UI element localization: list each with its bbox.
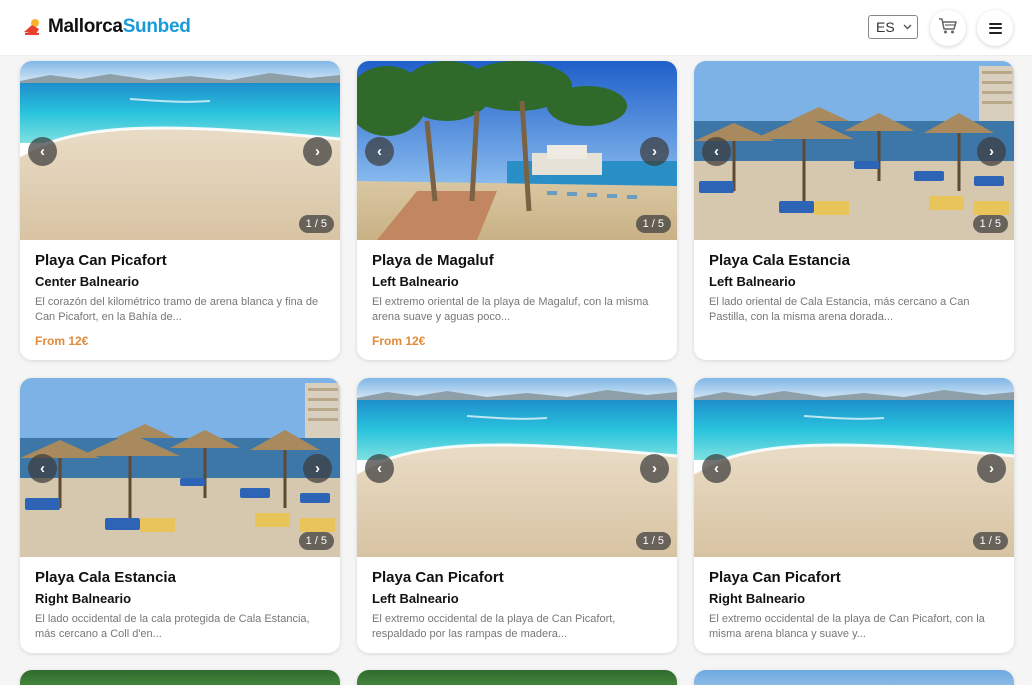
chevron-left-icon: ‹ [377, 143, 382, 160]
card-image-carousel[interactable]: ‹ › 1 / 5 [694, 378, 1014, 557]
logo-text-part1: Mallorca [48, 16, 123, 37]
card-title[interactable]: Playa Cala Estancia [709, 252, 999, 269]
language-value: ES [876, 19, 895, 35]
card-image-carousel[interactable]: ‹ › 1 / 5 [20, 61, 340, 240]
card-image [357, 670, 677, 685]
chevron-right-icon: › [989, 460, 994, 477]
umbrella-beach-photo [20, 378, 340, 557]
carousel-prev-button[interactable]: ‹ [365, 137, 394, 166]
menu-icon [988, 22, 1002, 34]
partial-card[interactable] [357, 670, 677, 685]
card-body: Playa Cala Estancia Right Balneario El l… [20, 557, 340, 653]
carousel-prev-button[interactable]: ‹ [28, 454, 57, 483]
sunbed-logo-icon [22, 17, 42, 37]
card-subtitle: Right Balneario [35, 591, 132, 606]
card-title[interactable]: Playa Can Picafort [35, 252, 325, 269]
cart-icon [938, 17, 958, 40]
card-description: El lado occidental de la cala protegida … [35, 613, 310, 640]
logo-text: MallorcaSunbed [48, 16, 191, 38]
sunbed-card[interactable]: ‹ › 1 / 5 Playa Can Picafort Right Balne… [694, 378, 1014, 653]
card-description: El extremo occidental de la playa de Can… [709, 613, 985, 640]
chevron-right-icon: › [652, 460, 657, 477]
image-counter: 1 / 5 [972, 215, 1008, 233]
carousel-prev-button[interactable]: ‹ [702, 137, 731, 166]
card-body: Playa de Magaluf Left Balneario El extre… [357, 240, 677, 360]
beach-photo [357, 378, 677, 557]
beach-photo [694, 378, 1014, 557]
carousel-next-button[interactable]: › [303, 454, 332, 483]
carousel-prev-button[interactable]: ‹ [28, 137, 57, 166]
card-price: From 12€ [372, 334, 426, 348]
carousel-next-button[interactable]: › [303, 137, 332, 166]
menu-button[interactable] [977, 10, 1013, 46]
sunbed-card[interactable]: ‹ › 1 / 5 Playa Can Picafort Center Baln… [20, 61, 340, 360]
card-body: Playa Can Picafort Center Balneario El c… [20, 240, 340, 360]
image-counter: 1 / 5 [635, 532, 671, 550]
card-price: From 12€ [35, 334, 89, 348]
logo-text-part2: Sunbed [122, 16, 191, 37]
umbrella-beach-photo [694, 61, 1014, 240]
card-title[interactable]: Playa Can Picafort [372, 569, 662, 586]
image-counter: 1 / 5 [298, 215, 334, 233]
chevron-left-icon: ‹ [40, 460, 45, 477]
card-image-carousel[interactable]: ‹ › 1 / 5 [694, 61, 1014, 240]
card-body: Playa Cala Estancia Left Balneario El la… [694, 240, 1014, 337]
card-subtitle: Left Balneario [709, 274, 796, 289]
card-image [694, 670, 1014, 685]
card-title[interactable]: Playa de Magaluf [372, 252, 662, 269]
carousel-next-button[interactable]: › [640, 454, 669, 483]
card-description: El extremo oriental de la playa de Magal… [372, 296, 649, 323]
card-subtitle: Left Balneario [372, 591, 459, 606]
beach-photo [20, 61, 340, 240]
card-image [20, 670, 340, 685]
chevron-left-icon: ‹ [714, 460, 719, 477]
sunbed-card[interactable]: ‹ › 1 / 5 Playa de Magaluf Left Balneari… [357, 61, 677, 360]
chevron-right-icon: › [989, 143, 994, 160]
card-description: El extremo occidental de la playa de Can… [372, 613, 616, 640]
sunbed-card[interactable]: ‹ › 1 / 5 Playa Cala Estancia Left Balne… [694, 61, 1014, 360]
chevron-left-icon: ‹ [714, 143, 719, 160]
sunbed-card[interactable]: ‹ › 1 / 5 Playa Can Picafort Left Balnea… [357, 378, 677, 653]
card-description: El lado oriental de Cala Estancia, más c… [709, 296, 970, 323]
partial-card[interactable] [20, 670, 340, 685]
image-counter: 1 / 5 [972, 532, 1008, 550]
card-body: Playa Can Picafort Right Balneario El ex… [694, 557, 1014, 653]
carousel-prev-button[interactable]: ‹ [702, 454, 731, 483]
image-counter: 1 / 5 [635, 215, 671, 233]
card-image-carousel[interactable]: ‹ › 1 / 5 [20, 378, 340, 557]
chevron-right-icon: › [315, 460, 320, 477]
chevron-left-icon: ‹ [40, 143, 45, 160]
card-subtitle: Right Balneario [709, 591, 806, 606]
carousel-next-button[interactable]: › [977, 137, 1006, 166]
card-image-carousel[interactable]: ‹ › 1 / 5 [357, 61, 677, 240]
sunbed-card[interactable]: ‹ › 1 / 5 Playa Cala Estancia Right Baln… [20, 378, 340, 653]
card-subtitle: Left Balneario [372, 274, 459, 289]
cart-button[interactable] [930, 10, 966, 46]
partial-card[interactable] [694, 670, 1014, 685]
chevron-left-icon: ‹ [377, 460, 382, 477]
language-select[interactable]: ES [868, 15, 918, 39]
carousel-next-button[interactable]: › [977, 454, 1006, 483]
card-description: El corazón del kilométrico tramo de aren… [35, 296, 319, 323]
card-body: Playa Can Picafort Left Balneario El ext… [357, 557, 677, 653]
chevron-right-icon: › [315, 143, 320, 160]
chevron-down-icon [903, 20, 912, 37]
carousel-prev-button[interactable]: ‹ [365, 454, 394, 483]
card-image-carousel[interactable]: ‹ › 1 / 5 [357, 378, 677, 557]
palm-beach-photo [357, 61, 677, 240]
logo[interactable]: MallorcaSunbed [22, 16, 191, 38]
carousel-next-button[interactable]: › [640, 137, 669, 166]
chevron-right-icon: › [652, 143, 657, 160]
card-title[interactable]: Playa Can Picafort [709, 569, 999, 586]
card-title[interactable]: Playa Cala Estancia [35, 569, 325, 586]
card-subtitle: Center Balneario [35, 274, 140, 289]
image-counter: 1 / 5 [298, 532, 334, 550]
site-header: MallorcaSunbed ES [0, 0, 1032, 56]
